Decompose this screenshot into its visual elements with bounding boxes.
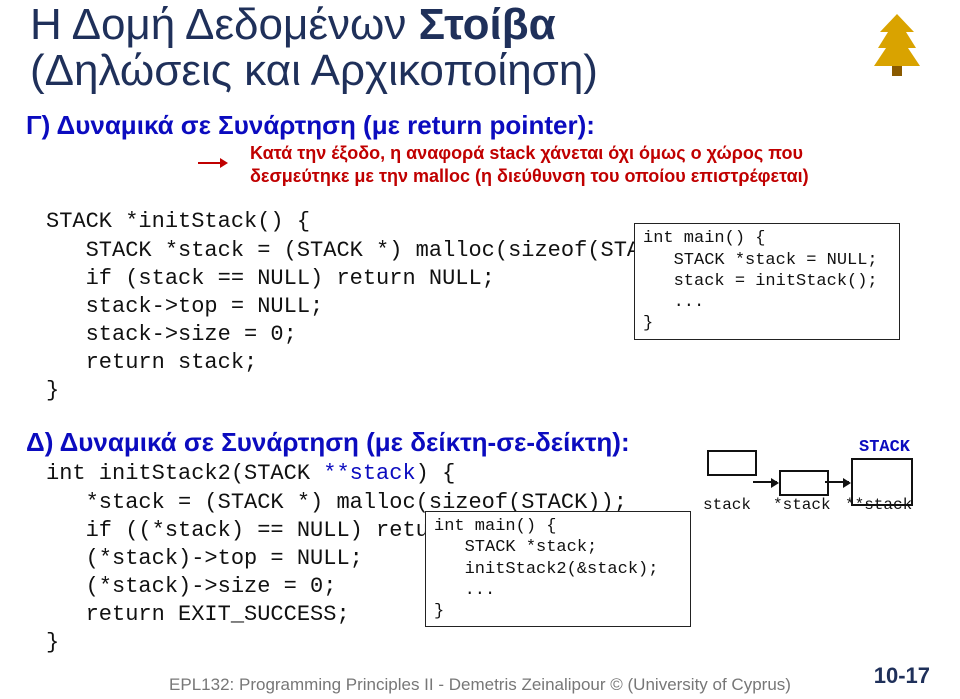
title-part1: Η Δομή Δεδομένων (30, 0, 419, 49)
diagram-box-stack (707, 450, 757, 476)
d-l1b: **stack (323, 461, 415, 486)
page-number: 10-17 (874, 663, 930, 689)
d-l1a: int initStack2(STACK (46, 461, 323, 486)
footer-text: EPL132: Programming Principles II - Deme… (0, 675, 960, 695)
diagram-label-dblstar: **stack (845, 496, 912, 514)
diagram-label-small: stack (703, 496, 751, 514)
section-c-note2: δεσμεύτηκε με την malloc (η διεύθυνση το… (250, 166, 940, 187)
d-l5: (*stack)->size = 0; (46, 574, 336, 599)
section-d-usage: int main() { STACK *stack; initStack2(&s… (425, 511, 691, 627)
diagram-box-pstack (779, 470, 829, 496)
section-c-note1: Κατά την έξοδο, η αναφορά stack χάνεται … (250, 143, 940, 164)
section-c-heading: Γ) Δυναμικά σε Συνάρτηση (με return poin… (26, 110, 940, 141)
page-title: Η Δομή Δεδομένων Στοίβα (Δηλώσεις και Αρ… (30, 2, 940, 94)
pointer-diagram: STACK *stack **stack stack (707, 450, 922, 520)
red-arrow-icon (198, 156, 228, 170)
diagram-label-star: *stack (773, 496, 831, 514)
section-c-body: STACK *initStack() { STACK *stack = (STA… (20, 208, 940, 405)
d-l4: (*stack)->top = NULL; (46, 546, 363, 571)
section-c-usage: int main() { STACK *stack = NULL; stack … (634, 223, 900, 339)
d-l7: } (46, 630, 59, 655)
title-area: Η Δομή Δεδομένων Στοίβα (Δηλώσεις και Αρ… (0, 0, 960, 94)
title-bold: Στοίβα (419, 0, 556, 49)
d-l1c: ) { (416, 461, 456, 486)
title-line2: (Δηλώσεις και Αρχικοποίηση) (30, 46, 598, 95)
diagram-label-big: STACK (859, 438, 910, 457)
diagram-arrow2 (825, 481, 849, 483)
content: Γ) Δυναμικά σε Συνάρτηση (με return poin… (20, 110, 940, 670)
section-d-body: int initStack2(STACK **stack) { *stack =… (20, 460, 940, 670)
logo-icon (862, 10, 932, 80)
diagram-arrow1 (753, 481, 777, 483)
d-l6: return EXIT_SUCCESS; (46, 602, 350, 627)
